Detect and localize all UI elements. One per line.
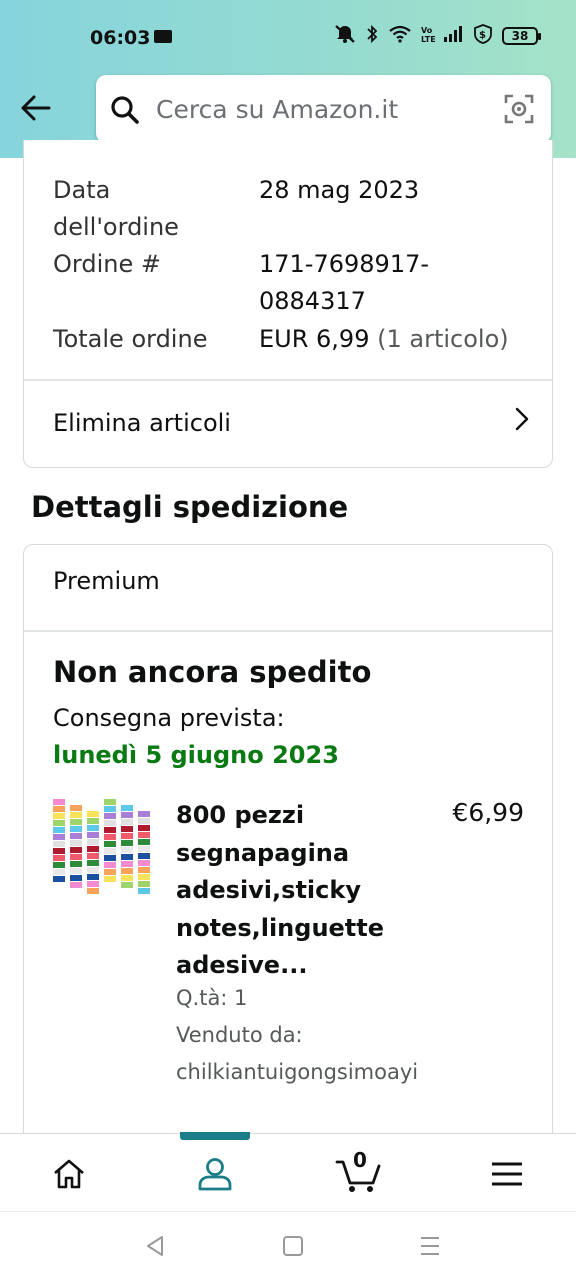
order-total-label: Totale ordine (53, 325, 208, 353)
volte-icon: Vo LTE (421, 24, 436, 48)
delete-items-link[interactable]: Elimina articoli (24, 380, 552, 466)
svg-text:LTE: LTE (421, 35, 435, 44)
wifi-icon (388, 25, 412, 47)
order-summary-card: Data dell'ordine 28 mag 2023 Ordine # 17… (23, 140, 553, 468)
mute-icon (334, 24, 356, 48)
message-notification-icon (154, 30, 172, 43)
order-total-value: EUR 6,99 (1 articolo) (259, 321, 509, 358)
chevron-right-icon (514, 406, 530, 436)
back-button[interactable] (14, 86, 58, 130)
status-bar: 06:03 Vo LTE $ 38 (0, 0, 576, 76)
delete-items-label: Elimina articoli (53, 409, 231, 437)
product-quantity: Q.tà: 1 (176, 986, 248, 1010)
product-thumbnail[interactable] (53, 799, 153, 895)
back-arrow-icon (21, 95, 51, 121)
system-home-icon[interactable] (282, 1234, 304, 1262)
bluetooth-icon (365, 24, 379, 48)
delivery-label: Consegna prevista: (53, 704, 285, 732)
shipping-type: Premium (53, 567, 160, 595)
status-icons: Vo LTE $ 38 (334, 24, 541, 48)
nav-account[interactable] (190, 1152, 240, 1196)
order-total-amount: EUR 6,99 (259, 325, 370, 353)
vpn-shield-icon: $ (473, 24, 493, 48)
order-number-label: Ordine # (53, 250, 161, 278)
seller-label: Venduto da: (176, 1023, 303, 1047)
hamburger-menu-icon (492, 1162, 522, 1186)
shipment-status: Non ancora spedito (53, 655, 372, 689)
search-input[interactable] (156, 93, 486, 125)
search-bar[interactable] (96, 75, 551, 143)
signal-icon (444, 26, 464, 46)
status-time: 06:03 (90, 27, 151, 49)
battery-icon: 38 (502, 27, 541, 45)
nav-cart[interactable]: 0 (334, 1148, 384, 1196)
bottom-nav: 0 (0, 1132, 576, 1211)
order-date-label: Data dell'ordine (53, 176, 179, 241)
delivery-date: lunedì 5 giugno 2023 (53, 741, 339, 769)
product-price: €6,99 (452, 798, 524, 827)
svg-text:$: $ (479, 30, 486, 41)
system-recents-icon[interactable] (419, 1234, 441, 1262)
order-number-value: 171-7698917-0884317 (259, 250, 430, 315)
active-tab-indicator (180, 1132, 250, 1140)
divider (24, 630, 552, 632)
cart-count: 0 (353, 1148, 367, 1172)
camera-search-icon[interactable] (503, 93, 535, 129)
order-date-value: 28 mag 2023 (259, 176, 420, 204)
home-icon (54, 1159, 84, 1189)
nav-home[interactable] (44, 1152, 94, 1196)
system-back-icon[interactable] (144, 1234, 166, 1262)
order-total-items: (1 articolo) (377, 325, 509, 353)
shipping-details-title: Dettagli spedizione (31, 490, 349, 524)
nav-menu[interactable] (482, 1152, 532, 1196)
seller-name[interactable]: chilkiantuigongsimoayi (176, 1060, 418, 1084)
product-title[interactable]: 800 pezzi segnapagina adesivi,sticky not… (176, 797, 406, 985)
shipment-card: Premium Non ancora spedito Consegna prev… (23, 544, 553, 1144)
svg-text:Vo: Vo (421, 26, 433, 35)
app-header: 06:03 Vo LTE $ 38 (0, 0, 576, 158)
system-nav-bar (0, 1211, 576, 1280)
account-icon (198, 1158, 232, 1191)
search-icon[interactable] (110, 95, 140, 129)
